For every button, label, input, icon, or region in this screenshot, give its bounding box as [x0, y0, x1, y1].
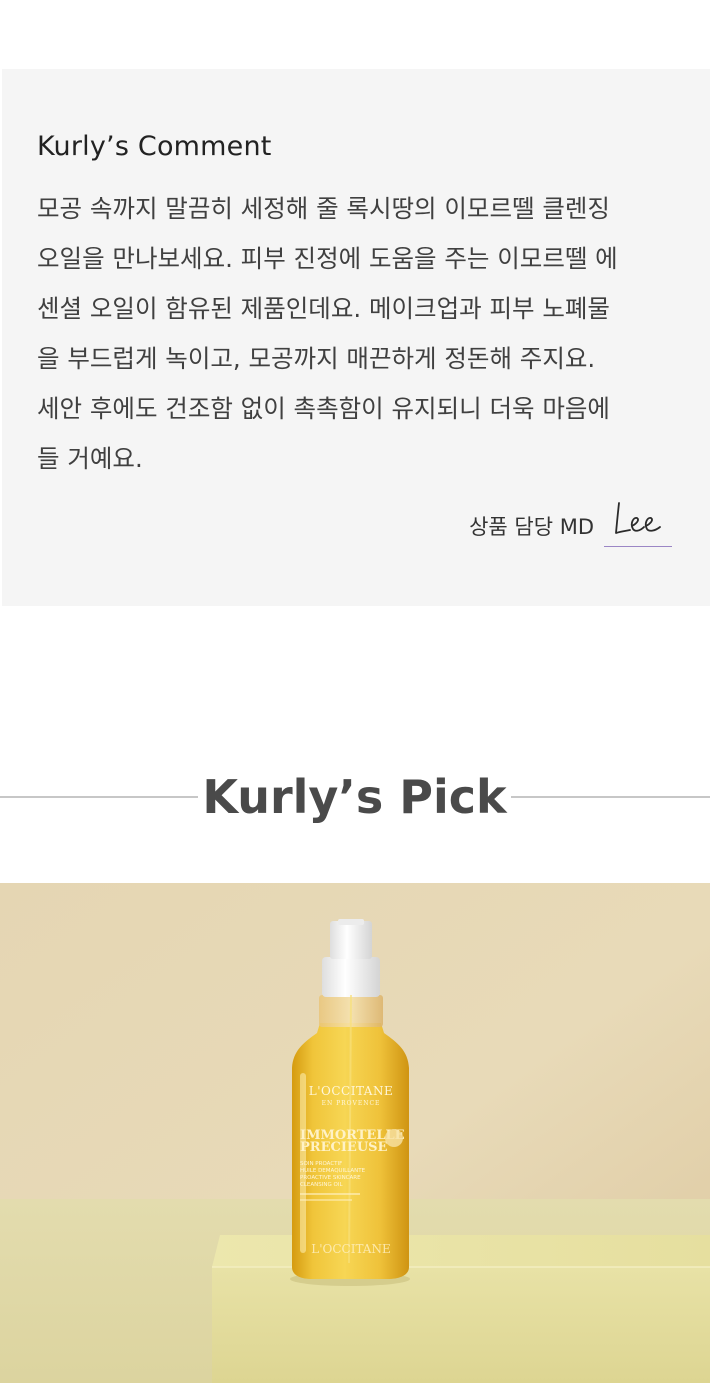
bottle-brand: L'OCCITANE [309, 1084, 393, 1098]
kurly-pick-heading: Kurly’s Pick [0, 760, 710, 834]
md-signature-block: 상품 담당 MD [469, 497, 672, 547]
page: Kurly’s Comment 모공 속까지 말끔히 세정해 줄 록시땅의 이모… [0, 0, 710, 1383]
comment-text: 모공 속까지 말끔히 세정해 줄 록시땅의 이모르뗄 클렌징 오일을 만나보세요… [37, 184, 687, 484]
bottle-desc-4: CLEANSING OIL [300, 1182, 343, 1188]
bottle-base-brand: L'OCCITANE [311, 1242, 390, 1256]
pick-title: Kurly’s Pick [202, 770, 507, 824]
signature-drawing [615, 502, 661, 534]
kurly-comment-box: Kurly’s Comment 모공 속까지 말끔히 세정해 줄 록시땅의 이모… [2, 69, 710, 606]
heading-divider-right [511, 796, 710, 798]
bottle-desc-3: PROACTIVE SKINCARE [300, 1175, 361, 1181]
bottle-desc-1: SOIN PROACTIF [300, 1161, 342, 1167]
bottle-brand-sub: EN PROVENCE [322, 1100, 381, 1107]
comment-line: 세안 후에도 건조함 없이 촉촉함이 유지되니 더욱 마음에 [37, 394, 610, 423]
comment-title: Kurly’s Comment [37, 131, 272, 162]
heading-divider-left [0, 796, 198, 798]
comment-line: 을 부드럽게 녹이고, 모공까지 매끈하게 정돈해 주지요. [37, 344, 596, 373]
product-illustration: L'OCCITANE EN PROVENCE IMMORTELLE PRECIE… [0, 883, 710, 1383]
comment-line: 센셜 오일이 함유된 제품인데요. 메이크업과 피부 노폐물 [37, 294, 610, 323]
bottle-desc-2: HUILE DEMAQUILLANTE [300, 1168, 366, 1174]
comment-line: 오일을 만나보세요. 피부 진정에 도움을 주는 이모르뗄 에 [37, 244, 618, 273]
product-photo: L'OCCITANE EN PROVENCE IMMORTELLE PRECIE… [0, 883, 710, 1383]
comment-line: 들 거예요. [37, 444, 143, 473]
bottle-line2: PRECIEUSE [300, 1140, 388, 1155]
comment-line: 모공 속까지 말끔히 세정해 줄 록시땅의 이모르뗄 클렌징 [37, 194, 610, 223]
md-signature [604, 496, 672, 547]
md-label: 상품 담당 MD [469, 515, 594, 539]
